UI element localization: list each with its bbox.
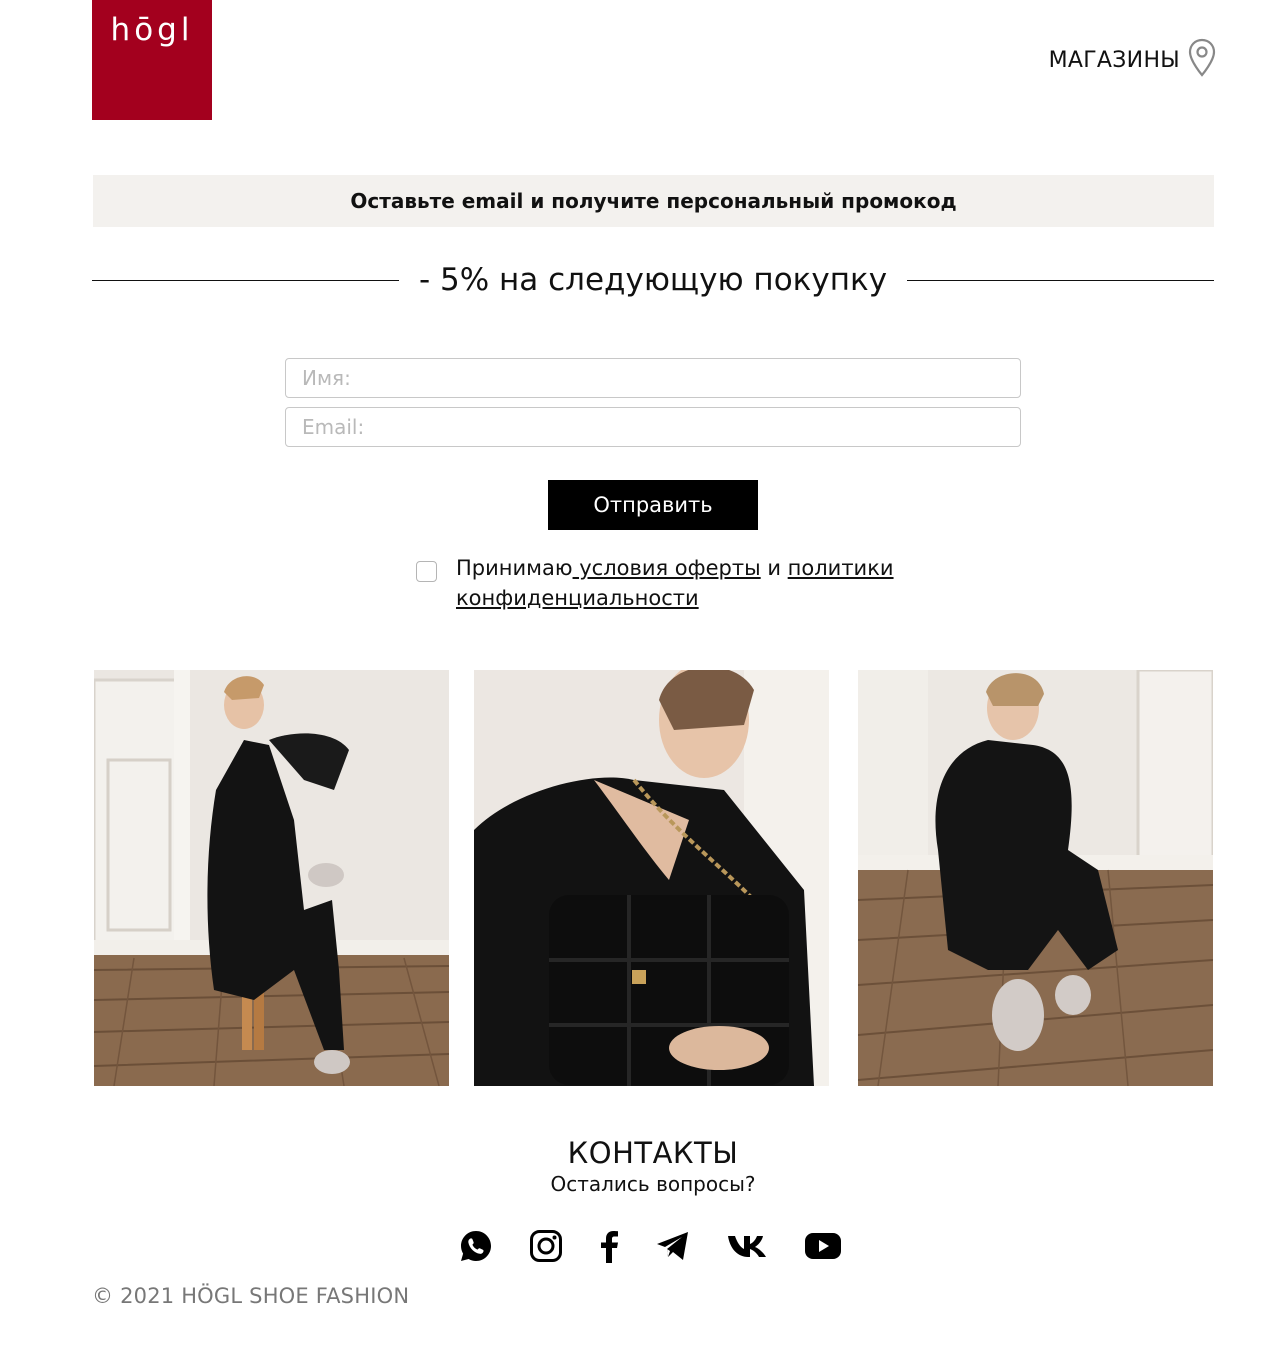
divider-left — [92, 279, 399, 281]
contacts-subtitle: Остались вопросы? — [550, 1172, 756, 1196]
photo-woman-sitting-floor — [858, 670, 1213, 1086]
consent-prefix: Принимаю — [456, 556, 573, 580]
photo-woman-on-stool — [94, 670, 449, 1086]
contacts-title: КОНТАКТЫ — [567, 1136, 739, 1170]
vk-icon[interactable] — [727, 1226, 767, 1266]
copyright-text: © 2021 HÖGL SHOE FASHION — [92, 1284, 410, 1308]
consent-checkbox[interactable] — [416, 561, 437, 582]
telegram-icon[interactable] — [653, 1226, 693, 1266]
whatsapp-icon[interactable] — [456, 1226, 496, 1266]
youtube-icon[interactable] — [803, 1226, 843, 1266]
name-input[interactable] — [285, 358, 1021, 398]
consent-text: Принимаю условия оферты и политики конфи… — [456, 553, 926, 613]
promo-heading-row: - 5% на следующую покупку — [92, 255, 1215, 305]
stores-link[interactable]: МАГАЗИНЫ — [1048, 38, 1216, 82]
logo-text: hōgl — [110, 12, 194, 48]
promo-banner-text: Оставьте email и получите персональный п… — [350, 189, 957, 213]
instagram-icon[interactable] — [526, 1226, 566, 1266]
photo-woman-with-bag — [474, 670, 829, 1086]
submit-button[interactable]: Отправить — [548, 480, 758, 530]
offer-terms-link[interactable]: условия оферты — [573, 556, 760, 580]
consent-middle: и — [760, 556, 788, 580]
promo-banner: Оставьте email и получите персональный п… — [93, 175, 1214, 227]
promo-heading: - 5% на следующую покупку — [418, 262, 888, 298]
facebook-icon[interactable] — [589, 1226, 629, 1266]
email-input[interactable] — [285, 407, 1021, 447]
stores-label: МАГАЗИНЫ — [1048, 47, 1180, 73]
map-pin-icon — [1188, 38, 1216, 82]
divider-right — [907, 279, 1215, 281]
brand-logo[interactable]: hōgl — [92, 0, 212, 120]
